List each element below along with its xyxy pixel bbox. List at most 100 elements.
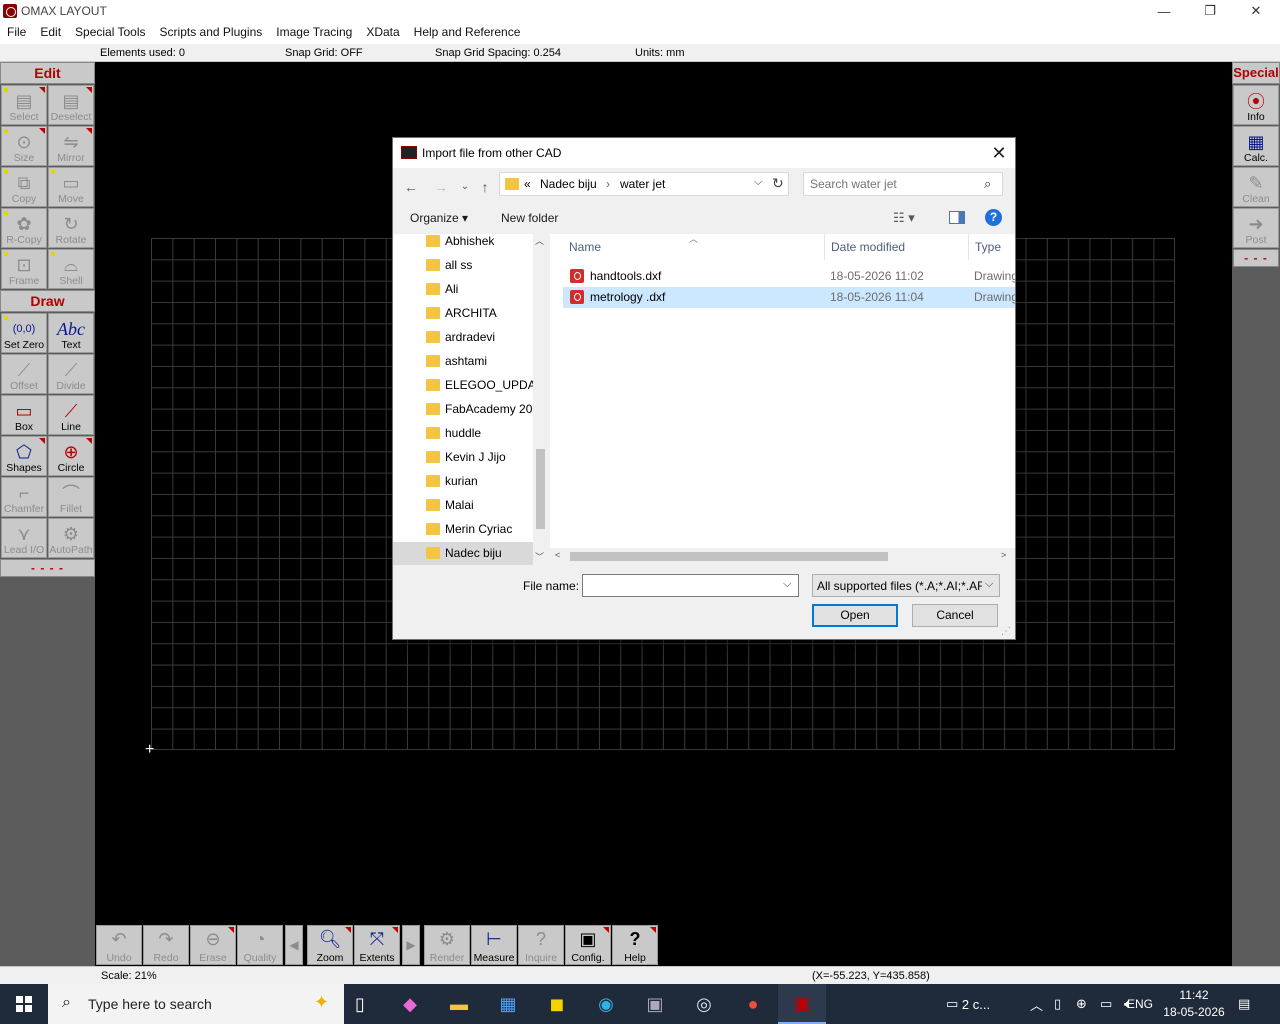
select-tool[interactable]: ▤ Select bbox=[1, 85, 47, 125]
device-icon[interactable]: ▯ bbox=[1054, 984, 1061, 1024]
frame-tool[interactable]: ⊡ Frame bbox=[1, 249, 47, 289]
nav-folder[interactable]: ashtami bbox=[393, 350, 533, 374]
menu-special-tools[interactable]: Special Tools bbox=[68, 22, 153, 43]
line-tool[interactable]: ⟋ Line bbox=[48, 395, 94, 435]
calc-tool[interactable]: ▦ Calc. bbox=[1233, 126, 1279, 166]
divide-tool[interactable]: ⟋ Divide bbox=[48, 354, 94, 394]
shapes-tool[interactable]: ⬠ Shapes bbox=[1, 436, 47, 476]
scroll-left-icon[interactable]: < bbox=[555, 550, 560, 560]
nav-folder[interactable]: ardradevi bbox=[393, 326, 533, 350]
nav-folder[interactable]: all ss bbox=[393, 254, 533, 278]
fillet-tool[interactable]: ⌒ Fillet bbox=[48, 477, 94, 517]
search-input[interactable] bbox=[810, 176, 980, 192]
file-name-dropdown-chevron-icon[interactable]: ⌵ bbox=[783, 578, 791, 591]
restore-button[interactable]: ❐ bbox=[1187, 0, 1233, 22]
address-dropdown-chevron-icon[interactable]: ⌵ bbox=[754, 176, 762, 189]
info-tool[interactable]: ⦿ Info bbox=[1233, 85, 1279, 125]
start-button[interactable] bbox=[0, 984, 48, 1024]
size-tool[interactable]: ⊙ Size bbox=[1, 126, 47, 166]
calculator-app-icon[interactable]: ▦ bbox=[484, 984, 532, 1024]
up-arrow-icon[interactable]: ↑ bbox=[474, 176, 496, 198]
nav-folder[interactable]: Abhishek bbox=[393, 234, 533, 254]
lead-io-tool[interactable]: ⋎ Lead I/O bbox=[1, 518, 47, 558]
scroll-right-arrow-icon[interactable]: ▶ bbox=[402, 925, 420, 965]
mirror-tool[interactable]: ⇋ Mirror bbox=[48, 126, 94, 166]
render-button[interactable]: ⚙ Render bbox=[424, 925, 470, 965]
menu-help-reference[interactable]: Help and Reference bbox=[407, 22, 528, 43]
dialog-help-icon[interactable]: ? bbox=[985, 209, 1002, 226]
box-tool[interactable]: ▭ Box bbox=[1, 395, 47, 435]
organize-button[interactable]: Organize ▾ bbox=[410, 211, 468, 225]
autopath-tool[interactable]: ⚙ AutoPath bbox=[48, 518, 94, 558]
cancel-button[interactable]: Cancel bbox=[912, 604, 998, 627]
nav-scrollbar[interactable]: ︿ ﹀ bbox=[533, 234, 548, 565]
close-window-button[interactable]: ✕ bbox=[1233, 0, 1279, 22]
language-indicator[interactable]: ENG bbox=[1126, 984, 1153, 1024]
nav-folder[interactable]: kurian bbox=[393, 470, 533, 494]
help-button[interactable]: ? Help bbox=[612, 925, 658, 965]
chamfer-tool[interactable]: ⌐ Chamfer bbox=[1, 477, 47, 517]
edge-browser-icon[interactable]: ◉ bbox=[582, 984, 630, 1024]
network-globe-icon[interactable]: ⊕ bbox=[1076, 984, 1087, 1024]
scroll-down-icon[interactable]: ﹀ bbox=[535, 550, 544, 563]
deselect-tool[interactable]: ▤ Deselect bbox=[48, 85, 94, 125]
nav-folder[interactable]: Malai bbox=[393, 494, 533, 518]
copy-tool[interactable]: ⧉ Copy bbox=[1, 167, 47, 207]
refresh-icon[interactable]: ↻ bbox=[772, 175, 784, 192]
undo-button[interactable]: ↶ Undo bbox=[96, 925, 142, 965]
battery-icon[interactable]: ▭ bbox=[1100, 984, 1112, 1024]
offset-tool[interactable]: ⟋ Offset bbox=[1, 354, 47, 394]
file-name-input[interactable] bbox=[587, 578, 777, 592]
new-folder-button[interactable]: New folder bbox=[501, 211, 558, 225]
chrome-browser-icon[interactable]: ● bbox=[729, 984, 777, 1024]
copilot-icon[interactable]: ◆ bbox=[386, 984, 434, 1024]
config-button[interactable]: ▣ Config. bbox=[565, 925, 611, 965]
breadcrumb-water-jet[interactable]: water jet bbox=[620, 177, 665, 191]
tray-overflow-chevron-icon[interactable]: ︿ bbox=[1030, 984, 1043, 1024]
taskbar-clock[interactable]: 11:42 18-05-2026 bbox=[1160, 987, 1228, 1021]
open-button[interactable]: Open bbox=[812, 604, 898, 627]
nav-folder[interactable]: huddle bbox=[393, 422, 533, 446]
r-copy-tool[interactable]: ✿ R-Copy bbox=[1, 208, 47, 248]
file-name-combobox[interactable]: ⌵ bbox=[582, 574, 799, 597]
forward-arrow-icon[interactable]: → bbox=[430, 176, 452, 198]
column-type[interactable]: Type bbox=[969, 234, 1015, 260]
measure-button[interactable]: ⊢ Measure bbox=[471, 925, 517, 965]
column-date-modified[interactable]: Date modified bbox=[825, 234, 969, 260]
clean-tool[interactable]: ✎ Clean bbox=[1233, 167, 1279, 207]
search-box[interactable]: ⌕ bbox=[803, 172, 1003, 196]
menu-image-tracing[interactable]: Image Tracing bbox=[269, 22, 359, 43]
resize-grip-icon[interactable]: ⋰ bbox=[1001, 626, 1013, 638]
scroll-up-icon[interactable]: ︿ bbox=[535, 234, 544, 247]
terminal-app-icon[interactable]: ▣ bbox=[631, 984, 679, 1024]
file-row-selected[interactable]: metrology .dxf 18-05-2026 11:04 Drawing bbox=[563, 287, 1015, 308]
nav-folder[interactable]: Ali bbox=[393, 278, 533, 302]
set-zero-tool[interactable]: (0,0) Set Zero bbox=[1, 313, 47, 353]
file-explorer-icon[interactable]: ▬ bbox=[435, 984, 483, 1024]
menu-scripts-plugins[interactable]: Scripts and Plugins bbox=[153, 22, 270, 43]
nav-folder[interactable]: Kevin J Jijo bbox=[393, 446, 533, 470]
nav-scroll-thumb[interactable] bbox=[536, 449, 545, 529]
shell-tool[interactable]: ⌓ Shell bbox=[48, 249, 94, 289]
menu-file[interactable]: File bbox=[0, 22, 33, 43]
redo-button[interactable]: ↷ Redo bbox=[143, 925, 189, 965]
app-circle-icon[interactable]: ◎ bbox=[680, 984, 728, 1024]
more-special-button[interactable]: - - - bbox=[1233, 249, 1279, 267]
nav-folder[interactable]: ARCHITA bbox=[393, 302, 533, 326]
breadcrumb-nadec-biju[interactable]: Nadec biju bbox=[540, 177, 597, 191]
breadcrumb-overflow[interactable]: « bbox=[524, 177, 531, 191]
circle-tool[interactable]: ⊕ Circle bbox=[48, 436, 94, 476]
more-tools-button[interactable]: - - - - bbox=[0, 559, 95, 577]
sticky-notes-icon[interactable]: ◼ bbox=[533, 984, 581, 1024]
notifications-icon[interactable]: ▤ bbox=[1238, 984, 1250, 1024]
menu-xdata[interactable]: XData bbox=[359, 22, 406, 43]
task-view-icon[interactable]: ▯ bbox=[336, 984, 384, 1024]
recent-locations-chevron-icon[interactable]: ⌄ bbox=[454, 176, 476, 198]
address-bar[interactable]: « Nadec biju › water jet ⌵ ↻ bbox=[499, 172, 789, 196]
rotate-tool[interactable]: ↻ Rotate bbox=[48, 208, 94, 248]
preview-pane-icon[interactable] bbox=[949, 211, 965, 224]
nav-folder-selected[interactable]: Nadec biju bbox=[393, 542, 533, 565]
change-view-icon[interactable]: ☷ ▾ bbox=[893, 210, 915, 226]
minimize-button[interactable]: — bbox=[1141, 0, 1187, 22]
nav-folder[interactable]: Merin Cyriac bbox=[393, 518, 533, 542]
